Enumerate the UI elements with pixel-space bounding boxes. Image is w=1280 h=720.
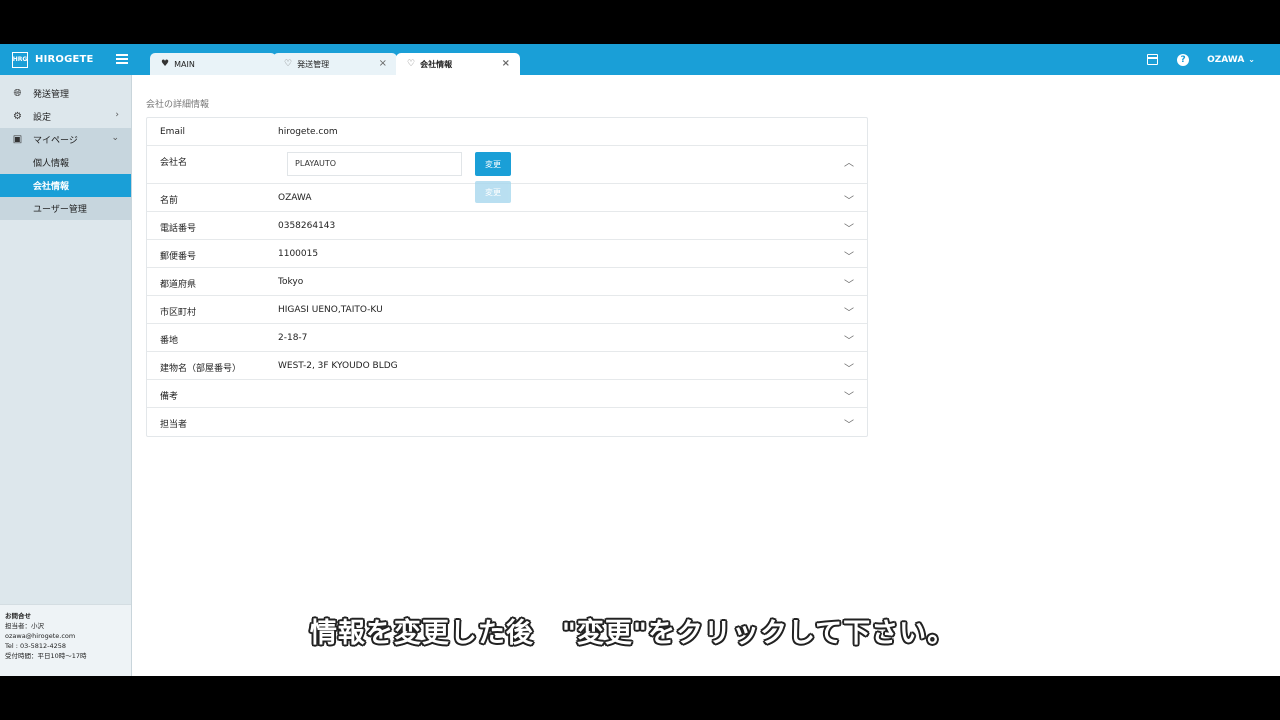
- row-label: Email: [160, 127, 185, 137]
- chevron-down-icon[interactable]: ﹀: [844, 276, 854, 291]
- tab-shipping[interactable]: ♡ 発送管理 ×: [273, 53, 397, 75]
- chevron-right-icon: ›: [115, 110, 119, 120]
- row-value: 0358264143: [278, 221, 336, 231]
- row-label: 担当者: [160, 420, 188, 430]
- detail-row-person-in-charge[interactable]: 担当者 ﹀: [147, 408, 867, 436]
- chevron-down-icon: ⌄: [111, 133, 119, 143]
- page-title: 会社の詳細情報: [146, 100, 210, 110]
- tab-company-info[interactable]: ♡ 会社情報 ×: [396, 53, 520, 75]
- sidebar-item-label: マイページ: [33, 136, 78, 146]
- globe-icon: 🌐︎: [13, 88, 22, 99]
- user-name: OZAWA: [1207, 54, 1245, 65]
- detail-row-phone[interactable]: 電話番号 0358264143 ﹀: [147, 212, 867, 240]
- row-label: 会社名: [160, 158, 188, 168]
- row-label: 市区町村: [160, 308, 197, 318]
- hamburger-menu-icon[interactable]: [116, 54, 128, 64]
- company-detail-card: Email hirogete.com 会社名 PLAYAUTO 変更 ︿ 変更 …: [146, 117, 868, 437]
- chevron-down-icon[interactable]: ﹀: [844, 220, 854, 235]
- detail-row-company-name[interactable]: 会社名 PLAYAUTO 変更 ︿ 変更: [147, 146, 867, 203]
- sidebar-item-label: 設定: [33, 113, 52, 123]
- brand-logo-icon: HRG: [12, 51, 28, 68]
- chevron-down-icon[interactable]: ﹀: [844, 304, 854, 319]
- detail-row-street-number[interactable]: 番地 2-18-7 ﹀: [147, 324, 867, 352]
- tab-label: MAIN: [174, 59, 195, 69]
- chevron-down-icon: ⌄: [1248, 55, 1255, 64]
- chevron-down-icon[interactable]: ﹀: [844, 388, 854, 403]
- video-subtitle: 情報を変更した後 "変更"をクリックして下さい。: [309, 618, 956, 649]
- sidebar-item-settings[interactable]: ⚙︎ 設定 ›: [0, 105, 131, 128]
- row-value: HIGASI UENO,TAITO-KU: [278, 305, 383, 315]
- row-value: Tokyo: [278, 277, 304, 287]
- help-icon[interactable]: ?: [1177, 53, 1190, 66]
- chevron-down-icon[interactable]: ﹀: [844, 416, 854, 431]
- close-icon[interactable]: ×: [502, 58, 510, 69]
- gear-icon: ⚙︎: [13, 111, 22, 122]
- row-label: 都道府県: [160, 280, 197, 290]
- chevron-down-icon[interactable]: ﹀: [844, 332, 854, 347]
- chevron-down-icon[interactable]: ﹀: [844, 192, 854, 207]
- sidebar-item-shipping[interactable]: 🌐︎ 発送管理: [0, 82, 131, 105]
- contact-hours: 受付時間：平日10時〜17時: [5, 652, 87, 660]
- chevron-down-icon[interactable]: ﹀: [844, 248, 854, 263]
- row-value: hirogete.com: [278, 127, 338, 137]
- row-label: 建物名（部屋番号）: [160, 364, 242, 374]
- tab-main[interactable]: ♥ MAIN: [150, 53, 276, 75]
- row-label: 名前: [160, 196, 179, 206]
- sidebar-subitem-company-info[interactable]: 会社情報: [0, 174, 131, 197]
- sidebar-item-mypage[interactable]: ▣ マイページ ⌄: [0, 128, 131, 151]
- tab-label: 発送管理: [297, 59, 330, 69]
- app-window: HRG HIROGETE ♥ MAIN ♡ 発送管理 × ♡ 会社情報 × ?: [0, 44, 1280, 676]
- sidebar: 🌐︎ 発送管理 ⚙︎ 設定 › ▣ マイページ ⌄ 個人情報 会社情報 ユーザー…: [0, 75, 132, 676]
- row-label: 電話番号: [160, 224, 197, 234]
- tab-label: 会社情報: [420, 59, 453, 69]
- calendar-icon[interactable]: [1147, 54, 1159, 65]
- company-name-input[interactable]: PLAYAUTO: [287, 152, 462, 176]
- row-value: WEST-2, 3F KYOUDO BLDG: [278, 361, 398, 371]
- row-value: 1100015: [278, 249, 319, 259]
- row-value: OZAWA: [278, 193, 312, 203]
- user-menu[interactable]: OZAWA ⌄: [1207, 55, 1255, 65]
- change-button-ghost: 変更: [475, 181, 511, 203]
- detail-row-building[interactable]: 建物名（部屋番号） WEST-2, 3F KYOUDO BLDG ﹀: [147, 352, 867, 380]
- change-button[interactable]: 変更: [475, 152, 511, 176]
- detail-row-postal-code[interactable]: 郵便番号 1100015 ﹀: [147, 240, 867, 268]
- sidebar-item-label: 発送管理: [33, 90, 70, 100]
- detail-row-city[interactable]: 市区町村 HIGASI UENO,TAITO-KU ﹀: [147, 296, 867, 324]
- id-card-icon: ▣: [12, 134, 23, 145]
- header-actions: ? OZAWA ⌄: [1147, 44, 1280, 75]
- sidebar-subitem-user-management[interactable]: ユーザー管理: [0, 197, 131, 220]
- sidebar-subitem-personal-info[interactable]: 個人情報: [0, 151, 131, 174]
- row-label: 備考: [160, 392, 179, 402]
- row-label: 番地: [160, 336, 179, 346]
- heart-filled-icon: ♥: [161, 59, 170, 69]
- brand-name: HIROGETE: [35, 54, 94, 65]
- row-label: 郵便番号: [160, 252, 197, 262]
- heart-outline-icon: ♡: [407, 59, 416, 69]
- row-value: 2-18-7: [278, 333, 308, 343]
- chevron-down-icon[interactable]: ﹀: [844, 360, 854, 375]
- detail-row-notes[interactable]: 備考 ﹀: [147, 380, 867, 408]
- close-icon[interactable]: ×: [379, 58, 387, 69]
- top-bar: HRG HIROGETE ♥ MAIN ♡ 発送管理 × ♡ 会社情報 × ?: [0, 44, 1280, 75]
- chevron-up-icon[interactable]: ︿: [844, 154, 854, 169]
- detail-row-prefecture[interactable]: 都道府県 Tokyo ﹀: [147, 268, 867, 296]
- detail-row-email[interactable]: Email hirogete.com: [147, 118, 867, 146]
- heart-outline-icon: ♡: [284, 59, 293, 69]
- brand[interactable]: HRG HIROGETE: [0, 44, 132, 75]
